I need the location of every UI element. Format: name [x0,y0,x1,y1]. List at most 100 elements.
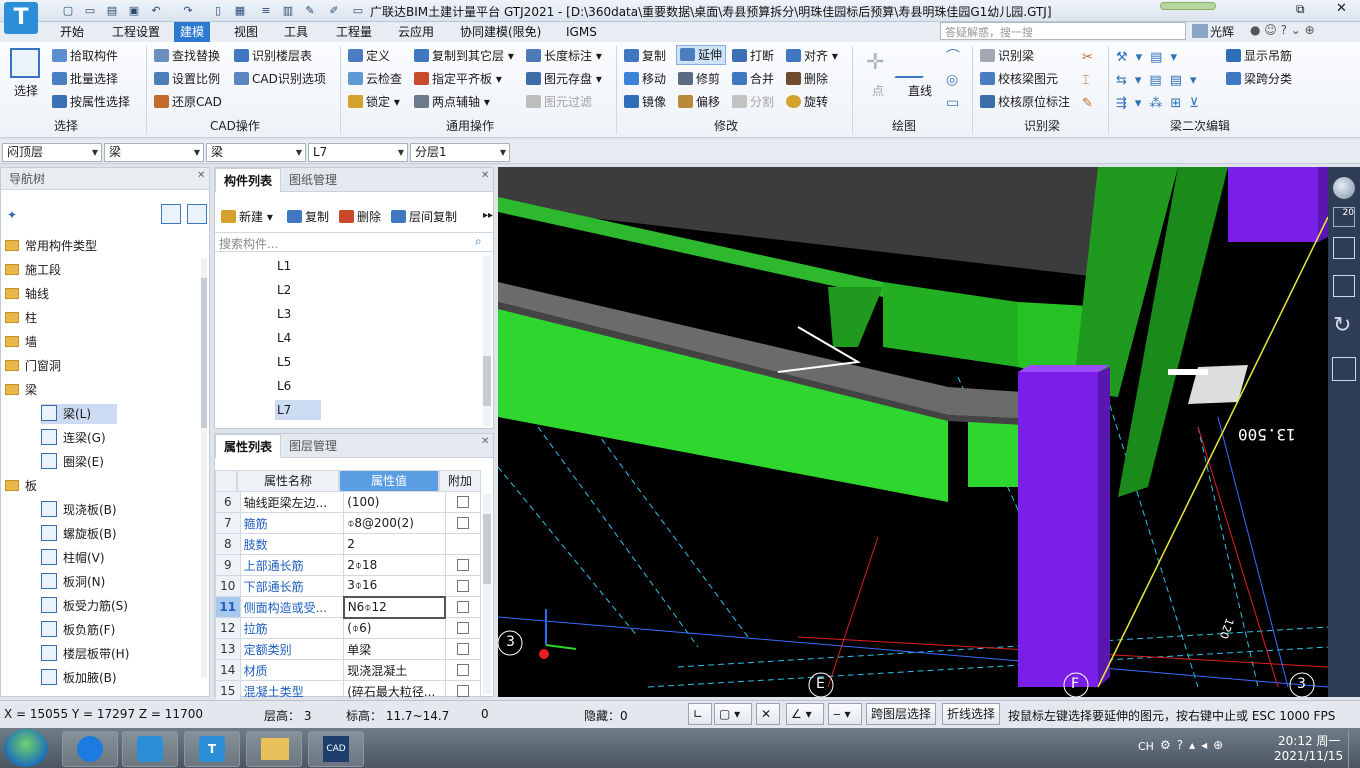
checkbox[interactable] [456,517,469,529]
menu-igms[interactable]: IGMS [560,22,603,42]
group-select-label[interactable]: 选择 [54,117,78,134]
tree-folder-item[interactable]: 轴线 [5,284,49,304]
tray-icons[interactable]: ⚙?▴◂⊕ [1160,738,1229,752]
tab-drawing-management[interactable]: 图纸管理 [281,168,345,192]
checkbox[interactable] [456,643,469,655]
find-replace-button[interactable]: 查找替换 [154,47,220,65]
cloud-check-button[interactable]: 云检查 [348,70,402,88]
list-scrollbar[interactable] [483,256,491,426]
break-button[interactable]: 打断 [732,47,774,65]
checkbox[interactable] [456,559,469,571]
checkbox[interactable] [456,580,469,592]
save-icon[interactable]: ▣ [126,3,142,19]
component-list-item[interactable]: L7 [275,400,321,420]
restore-cad-button[interactable]: 还原CAD [154,93,222,111]
save-element-button[interactable]: 图元存盘 ▾ [526,70,602,88]
set-scale-button[interactable]: 设置比例 [154,70,220,88]
lock-button[interactable]: 锁定 ▾ [348,93,400,111]
taskbar-app-search[interactable] [62,731,118,767]
menu-quantity[interactable]: 工程量 [330,22,378,42]
list-icon[interactable]: ≡ [258,3,274,19]
new-file-icon[interactable]: ▢ [60,3,76,19]
tab-layer-management[interactable]: 图层管理 [281,434,345,458]
align-button[interactable]: 对齐 ▾ [786,47,838,65]
group-cad-label[interactable]: CAD操作 [210,117,260,134]
clock-date[interactable]: 2021/11/15 [1274,749,1343,763]
snap-toggle[interactable]: ▢ ▾ [714,703,752,725]
component-list-item[interactable]: L2 [275,280,321,300]
chart-icon[interactable]: ▦ [232,3,248,19]
taskbar-app-cad[interactable]: CAD [308,731,364,767]
point-icon[interactable]: ✛ [866,50,884,75]
group-beam2-label[interactable]: 梁二次编辑 [1170,117,1230,134]
floor-select[interactable]: 闷顶层 ▼ [2,143,102,162]
taskbar-app-gtj[interactable]: T [184,731,240,767]
tree-child-item[interactable]: 螺旋板(B) [41,524,117,544]
angle-toggle[interactable]: ∠ ▾ [786,703,824,725]
tab-component-list[interactable]: 构件列表 [215,168,282,192]
tab-property-list[interactable]: 属性列表 [215,434,282,458]
split-button[interactable]: 分割 [732,93,774,111]
property-value[interactable]: (碎石最大粒径... [343,680,446,702]
beam-span-classify-button[interactable]: 梁跨分类 [1226,70,1292,88]
open-folder-icon[interactable]: ▤ [104,3,120,19]
tree-child-item[interactable]: 板洞(N) [41,572,105,592]
beam-tools-icon[interactable]: ✂ ⌶ ✎ [1082,46,1093,115]
property-row[interactable]: 8 肢数 2 [215,533,482,555]
move-button[interactable]: 移动 [624,70,666,88]
menu-project-settings[interactable]: 工程设置 [106,22,166,42]
rotate-view-icon[interactable]: ↻ [1333,313,1351,338]
tree-child-item[interactable]: 楼层板带(H) [41,644,129,664]
checkbox[interactable] [456,664,469,676]
copy-between-floors-button[interactable]: 层间复制 [391,208,457,226]
tree-folder-item[interactable]: 柱 [5,308,37,328]
close-panel-icon[interactable]: ✕ [197,170,205,181]
type-select[interactable]: 梁 ▼ [206,143,306,162]
message-icon[interactable]: ● ☺ ? ⌄ ⊕ [1250,23,1315,37]
checkbox[interactable] [456,496,469,508]
extra-checkbox-cell[interactable] [444,638,482,660]
copy-button[interactable]: 复制 [624,47,666,65]
extra-checkbox-cell[interactable] [444,596,482,618]
tree-child-item[interactable]: 柱帽(V) [41,548,105,568]
property-value[interactable]: N6⌽12 [342,595,447,619]
extra-checkbox-cell[interactable] [444,554,482,576]
property-value[interactable]: 2 [343,533,446,555]
taskbar-app-paint[interactable] [122,731,178,767]
copy-component-button[interactable]: 复制 [287,208,329,226]
tree-child-item[interactable]: 板负筋(F) [41,620,115,640]
extra-checkbox-cell[interactable] [444,533,482,555]
recognize-floor-table-button[interactable]: 识别楼层表 [234,47,312,65]
extra-checkbox-cell[interactable] [444,617,482,639]
extend-button[interactable]: 延伸 [676,45,727,65]
menu-tools[interactable]: 工具 [278,22,314,42]
category-select[interactable]: 梁 ▼ [104,143,204,162]
restore-button[interactable]: ⧉ [1296,2,1305,17]
sparkle-icon[interactable]: ✦ [7,208,17,222]
property-row[interactable]: 11 侧面构造或受... N6⌽12 [215,595,482,619]
mirror-button[interactable]: 镜像 [624,93,666,111]
merge-button[interactable]: 合并 [732,70,774,88]
undo-icon[interactable]: ↶ [148,3,164,19]
extra-checkbox-cell[interactable] [444,680,482,702]
tree-child-item[interactable]: 板受力筋(S) [41,596,128,616]
property-value[interactable]: 现浇混凝土 [343,659,446,681]
show-desktop-button[interactable] [1348,730,1358,768]
property-row[interactable]: 14 材质 现浇混凝土 [215,659,482,681]
draw-tools-icon[interactable]: ⌒ ◎ ▭ [946,46,960,115]
property-row[interactable]: 7 箍筋 ⌽8@200(2) [215,512,482,534]
property-row[interactable]: 13 定额类别 单梁 [215,638,482,660]
taskbar-app-explorer[interactable] [246,731,302,767]
group-draw-label[interactable]: 绘图 [892,117,916,134]
3d-viewport[interactable]: 13.500 3 E F 3 120 [498,167,1328,697]
component-list-item[interactable]: L4 [275,328,321,348]
component-list-item[interactable]: L6 [275,376,321,396]
define-button[interactable]: 定义 [348,47,390,65]
extra-checkbox-cell[interactable] [444,512,482,534]
checkbox[interactable] [457,601,470,613]
clock-time[interactable]: 20:12 周一 [1278,732,1340,749]
line-button[interactable]: 直线 [908,82,932,100]
grid-view-icon[interactable] [187,204,207,224]
property-row[interactable]: 6 轴线距梁左边... (100) [215,491,482,513]
tree-scrollbar[interactable] [201,258,207,678]
